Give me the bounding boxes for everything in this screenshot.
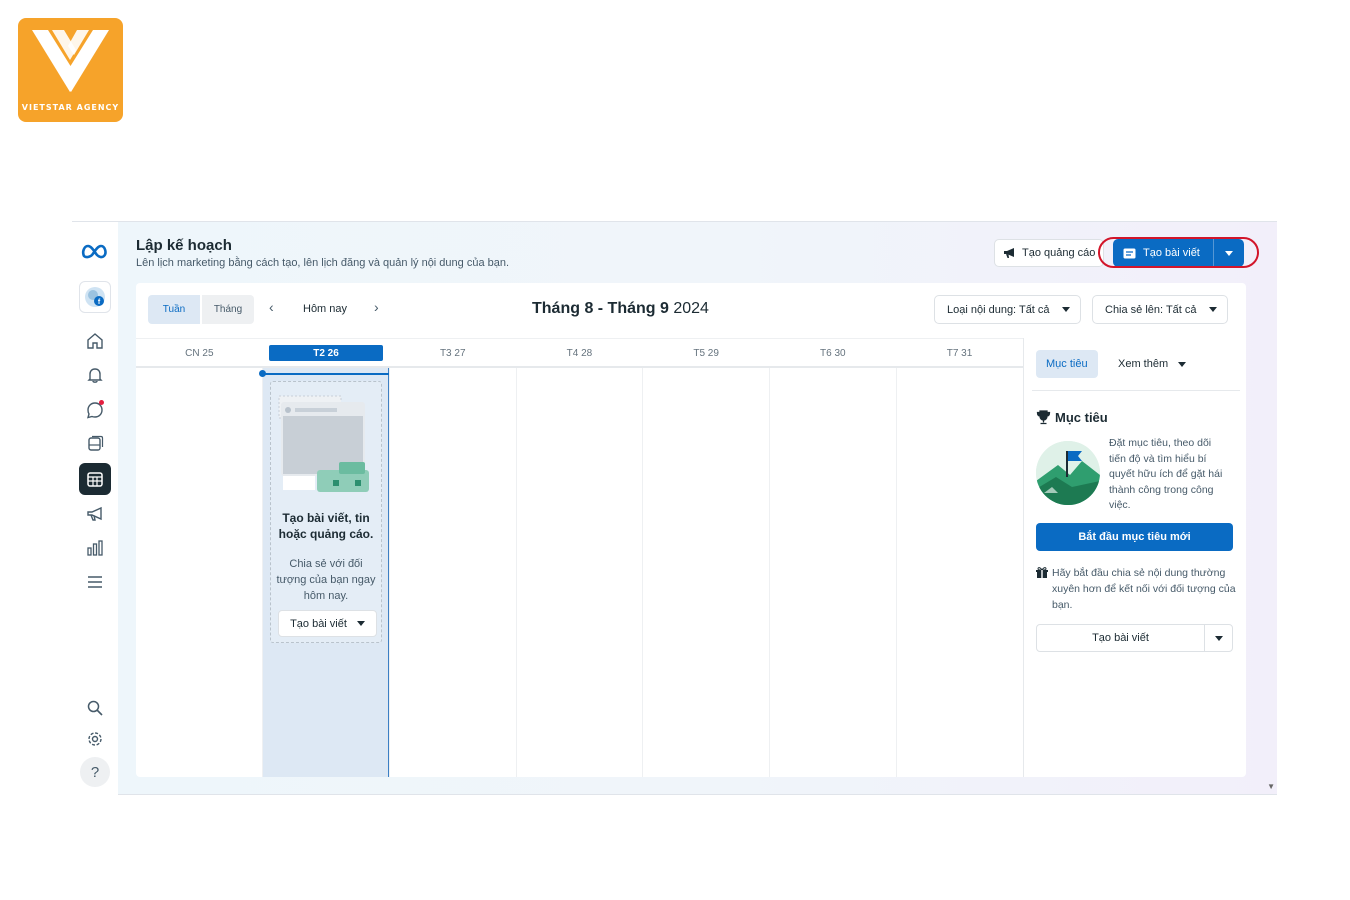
content-type-filter-label: Loại nội dung: Tất cả [947,303,1050,316]
sidebar-create-post-split-button: Tạo bài viết [1036,624,1233,652]
chat-icon[interactable] [79,394,111,426]
current-time-line [262,373,389,375]
goal-title: Mục tiêu [1055,410,1108,425]
megaphone-icon [1004,248,1014,258]
week-calendar: CN 25 T2 26 T3 27 T4 28 T5 29 T6 30 T7 3… [136,338,1023,777]
tip-message: Hãy bắt đầu chia sẻ nội dung thường xuyê… [1036,565,1241,613]
tab-see-more[interactable]: Xem thêm [1118,350,1187,378]
page-subtitle: Lên lịch marketing bằng cách tạo, lên lị… [136,257,510,269]
insights-icon[interactable] [79,532,111,564]
goals-sidebar: Mục tiêu Xem thêm Mục tiêu Đặt mục tiêu,… [1023,338,1246,777]
planner-window: f ? Lập kế hoạch Lên lịch marketing bằng… [72,221,1277,796]
day-header[interactable]: T7 31 [896,339,1023,367]
day-header[interactable]: T5 29 [643,339,770,367]
goal-description: Đặt mục tiêu, theo dõi tiến độ và tìm hi… [1109,437,1223,511]
goal-heading: Mục tiêu [1036,410,1108,425]
today-button[interactable]: Hôm nay [303,303,347,315]
share-to-filter[interactable]: Chia sẻ lên: Tất cả [1092,295,1228,324]
empty-card-description: Chia sẻ với đối tượng của bạn ngay hôm n… [276,558,376,602]
chevron-down-icon [1061,307,1070,312]
megaphone-icon[interactable] [79,498,111,530]
empty-card-create-post-button[interactable]: Tạo bài viết [278,610,377,637]
chevron-down-icon [1214,635,1223,641]
divider [1032,390,1240,391]
date-range-months: Tháng 8 - Tháng 9 [532,300,669,317]
empty-day-card: Tạo bài viết, tin hoặc quảng cáo. Chia s… [270,381,382,643]
planner-panel: Tuần Tháng ‹ Hôm nay › Tháng 8 - Tháng 9… [136,283,1246,777]
tip-text: Hãy bắt đầu chia sẻ nội dung thường xuyê… [1052,567,1236,611]
chevron-right-icon[interactable]: › [374,299,379,315]
column-divider [516,368,517,777]
trophy-icon [1036,410,1051,425]
search-icon[interactable] [79,692,111,724]
today-badge: T2 26 [269,345,384,361]
bell-icon[interactable] [79,359,111,391]
column-divider [642,368,643,777]
left-nav: f ? [72,222,118,796]
date-range-title: Tháng 8 - Tháng 9 2024 [532,300,709,318]
column-divider [896,368,897,777]
empty-card-title: Tạo bài viết, tin hoặc quảng cáo. [278,511,374,541]
notification-dot [99,400,104,405]
menu-icon[interactable] [79,566,111,598]
tab-month[interactable]: Tháng [202,295,254,324]
see-more-label: Xem thêm [1118,358,1169,370]
home-icon[interactable] [79,325,111,357]
gift-icon [1036,567,1048,578]
create-ad-button[interactable]: Tạo quảng cáo [994,239,1105,267]
page-title: Lập kế hoạch [136,237,232,254]
goal-illustration [1036,441,1100,505]
scroll-down-arrow[interactable]: ▼ [1267,782,1275,791]
create-ad-label: Tạo quảng cáo [1022,247,1096,259]
tab-goals[interactable]: Mục tiêu [1036,350,1098,378]
day-header[interactable]: T6 30 [770,339,897,367]
content-icon[interactable] [79,428,111,460]
column-divider [389,368,390,777]
day-header[interactable]: CN 25 [136,339,263,367]
gear-icon[interactable] [79,723,111,755]
chevron-down-icon [1178,361,1187,367]
calendar-icon[interactable] [79,463,111,495]
calendar-header: CN 25 T2 26 T3 27 T4 28 T5 29 T6 30 T7 3… [136,338,1023,368]
content-type-filter[interactable]: Loại nội dung: Tất cả [934,295,1081,324]
chevron-down-icon [356,621,365,626]
agency-logo-text: VIETSTAR AGENCY [21,103,120,112]
chevron-left-icon[interactable]: ‹ [269,299,274,315]
column-divider [262,368,263,777]
share-to-filter-label: Chia sẻ lên: Tất cả [1105,303,1197,316]
current-time-dot [259,370,266,377]
post-illustration [278,395,369,492]
day-header[interactable]: T3 27 [389,339,516,367]
help-icon[interactable]: ? [80,757,110,787]
tab-week[interactable]: Tuần [148,295,200,324]
day-header[interactable]: T4 28 [516,339,643,367]
day-header-today[interactable]: T2 26 [263,339,390,367]
sidebar-create-post-dropdown[interactable] [1204,625,1232,651]
view-switcher: Tuần Tháng [148,295,254,324]
page-avatar[interactable]: f [79,281,111,313]
agency-logo: VIETSTAR AGENCY [18,18,123,122]
sidebar-create-post-button[interactable]: Tạo bài viết [1037,625,1204,651]
start-goal-button[interactable]: Bắt đầu mục tiêu mới [1036,523,1233,551]
chevron-down-icon [1208,307,1217,312]
meta-logo-icon[interactable] [79,236,111,268]
date-range-year: 2024 [673,300,709,317]
highlight-annotation [1098,237,1259,268]
empty-card-button-label: Tạo bài viết [290,617,347,630]
column-divider [769,368,770,777]
